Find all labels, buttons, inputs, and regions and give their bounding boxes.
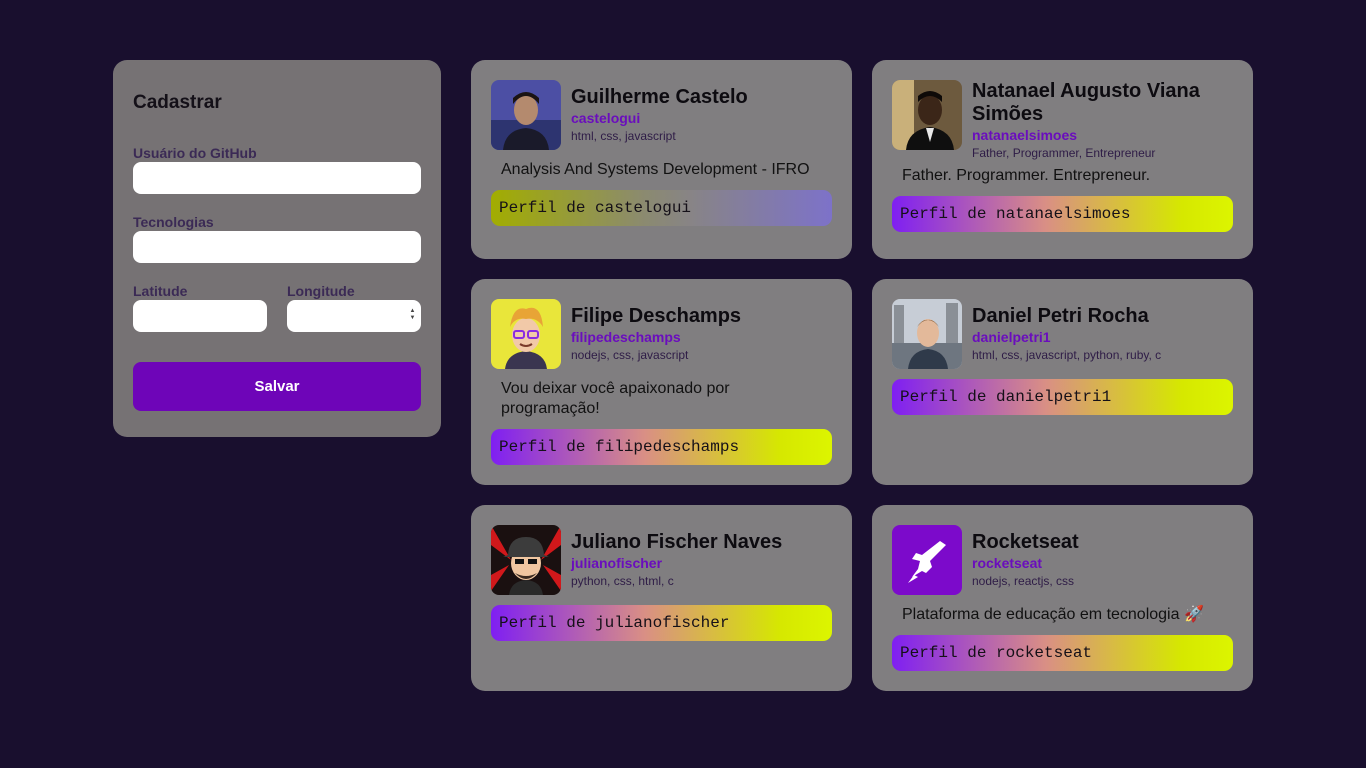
dev-card: Natanael Augusto Viana Simões natanaelsi… (872, 60, 1253, 259)
techs-input[interactable] (133, 231, 421, 263)
techs-label: Tecnologias (133, 214, 214, 230)
dev-name: Juliano Fischer Naves (571, 531, 783, 553)
dev-username: danielpetri1 (972, 329, 1051, 345)
dev-name: Rocketseat (972, 531, 1079, 553)
dev-username: filipedeschamps (571, 329, 681, 345)
avatar-photo-icon (491, 80, 561, 150)
dev-card: Filipe Deschamps filipedeschamps nodejs,… (471, 279, 852, 485)
profile-link[interactable]: Perfil de rocketseat (892, 635, 1233, 671)
dev-card: Rocketseat rocketseat nodejs, reactjs, c… (872, 505, 1253, 691)
dev-techs: html, css, javascript (571, 129, 676, 143)
rocketseat-logo-icon (892, 525, 962, 595)
latitude-label: Latitude (133, 283, 188, 299)
profile-link[interactable]: Perfil de danielpetri1 (892, 379, 1233, 415)
dev-card: Juliano Fischer Naves julianofischer pyt… (471, 505, 852, 691)
dev-techs: nodejs, reactjs, css (972, 574, 1075, 588)
spinner-arrows-icon[interactable]: ▲ ▼ (409, 308, 416, 322)
dev-techs: python, css, html, c (571, 574, 674, 588)
avatar-cartoon-icon (491, 525, 561, 595)
dev-techs: html, css, javascript, python, ruby, c (972, 348, 1162, 362)
dev-bio: Vou deixar você apaixonado por programaç… (501, 380, 730, 417)
latitude-input[interactable] (133, 300, 267, 332)
avatar (892, 525, 962, 595)
avatar (491, 525, 561, 595)
profile-link[interactable]: Perfil de filipedeschamps (491, 429, 832, 465)
avatar (491, 299, 561, 369)
dev-card: Daniel Petri Rocha danielpetri1 html, cs… (872, 279, 1253, 485)
avatar-photo-icon (892, 80, 962, 150)
profile-link[interactable]: Perfil de castelogui (491, 190, 832, 226)
register-form-panel: Cadastrar Usuário do GitHub Tecnologias … (113, 60, 441, 437)
dev-card: Guilherme Castelo castelogui html, css, … (471, 60, 852, 259)
dev-username: natanaelsimoes (972, 127, 1078, 143)
dev-name: Filipe Deschamps (571, 305, 742, 327)
dev-name: Daniel Petri Rocha (972, 305, 1149, 327)
dev-bio: Analysis And Systems Development - IFRO (501, 161, 810, 178)
github-username-input[interactable] (133, 162, 421, 194)
avatar-photo-icon (892, 299, 962, 369)
dev-bio: Father. Programmer. Entrepreneur. (902, 167, 1151, 184)
coordinates-row: Latitude Longitude ▲ ▼ (133, 283, 421, 332)
dev-bio: Plataforma de educação em tecnologia 🚀 (902, 606, 1204, 623)
longitude-label: Longitude (287, 283, 355, 299)
save-button[interactable]: Salvar (133, 362, 421, 411)
dev-techs: nodejs, css, javascript (571, 348, 689, 362)
dev-username: rocketseat (972, 555, 1043, 571)
avatar (491, 80, 561, 150)
github-username-label: Usuário do GitHub (133, 145, 257, 161)
profile-link[interactable]: Perfil de natanaelsimoes (892, 196, 1233, 232)
dev-username: julianofischer (571, 555, 663, 571)
profile-link[interactable]: Perfil de julianofischer (491, 605, 832, 641)
avatar (892, 299, 962, 369)
form-title: Cadastrar (133, 92, 222, 113)
dev-username: castelogui (571, 110, 641, 126)
dev-name: Natanael Augusto Viana Simões (972, 80, 1200, 125)
dev-techs: Father, Programmer, Entrepreneur (972, 146, 1156, 160)
avatar (892, 80, 962, 150)
avatar-cartoon-icon (491, 299, 561, 369)
longitude-input[interactable] (287, 300, 421, 332)
dev-name: Guilherme Castelo (571, 86, 748, 108)
